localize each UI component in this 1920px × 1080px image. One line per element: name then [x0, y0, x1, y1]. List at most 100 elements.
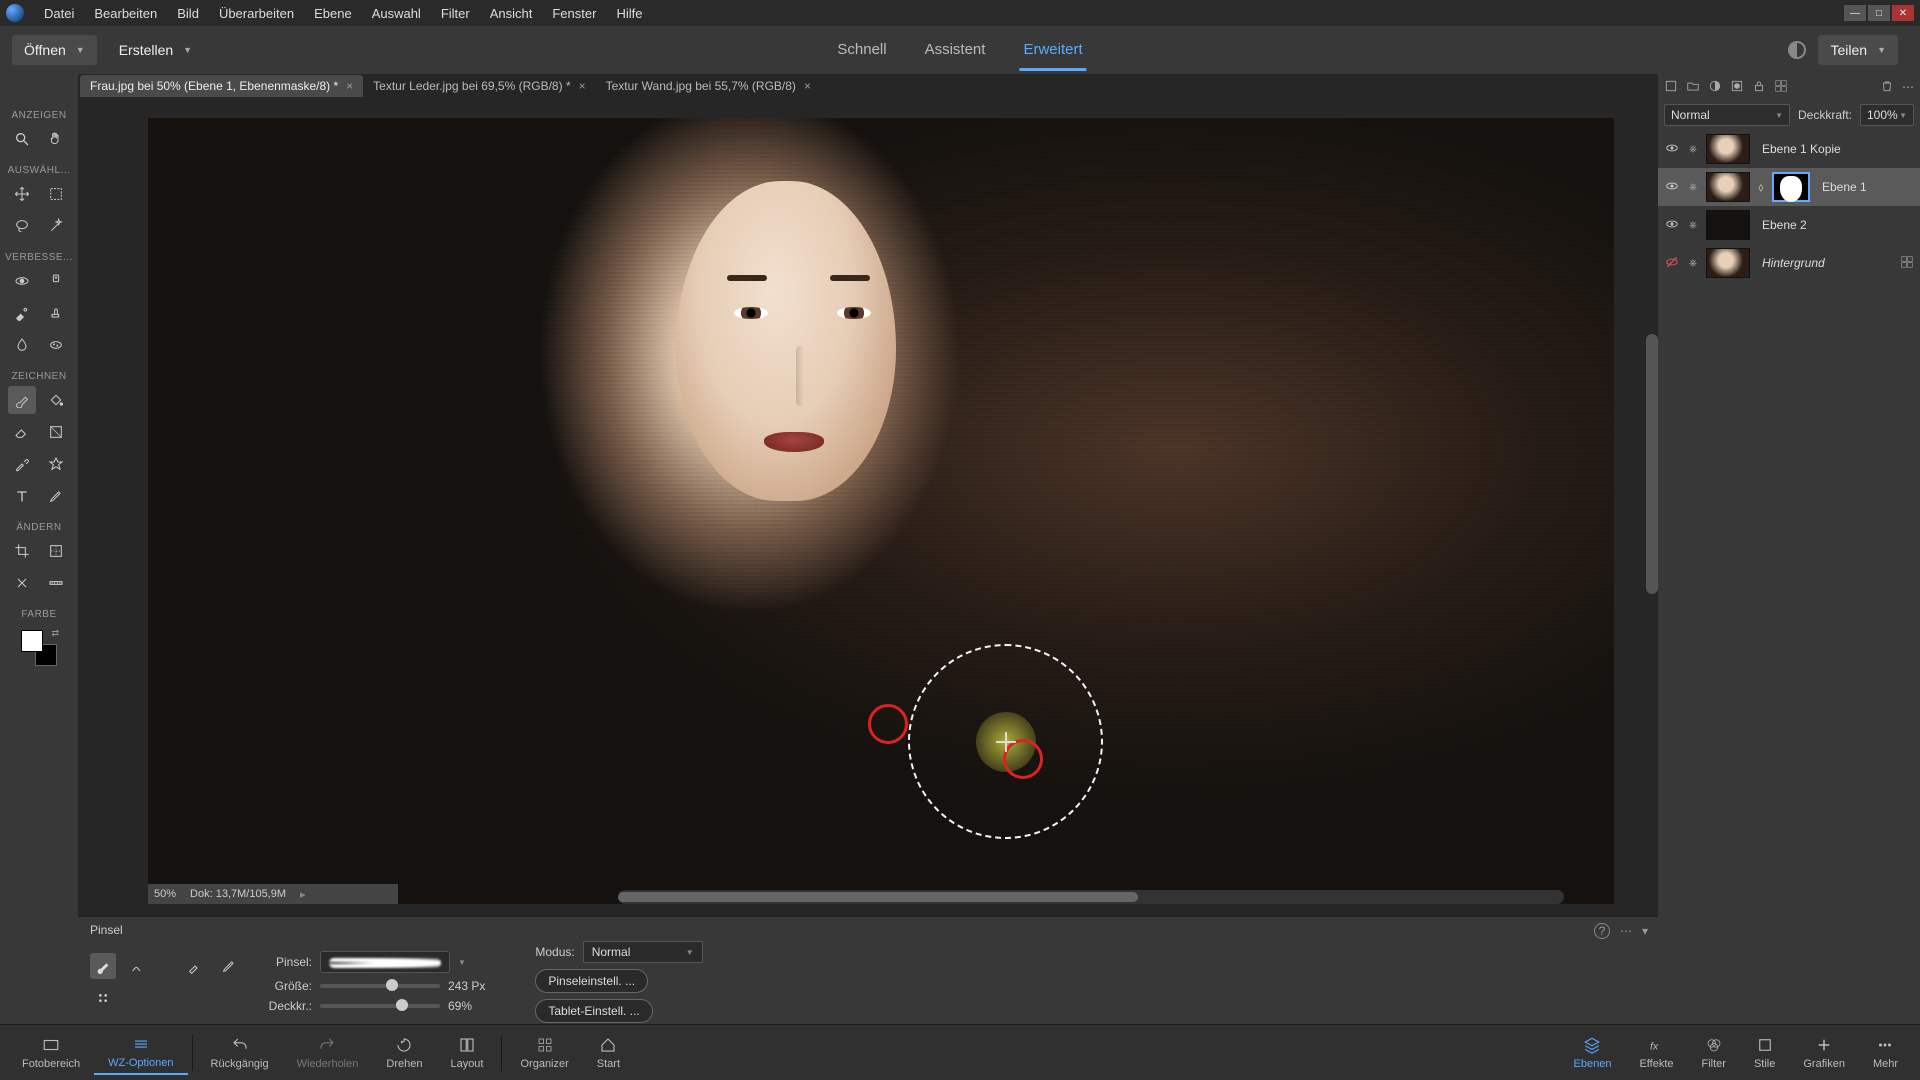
link-icon[interactable]: ⎈ — [1686, 220, 1700, 231]
pencil-tool[interactable] — [42, 482, 70, 510]
brush-preset-picker[interactable] — [320, 951, 450, 973]
layer-name[interactable]: Ebene 2 — [1756, 218, 1914, 232]
layer-thumbnail[interactable] — [1706, 134, 1750, 164]
zoom-tool[interactable] — [8, 125, 36, 153]
close-icon[interactable]: × — [804, 79, 811, 93]
menu-image[interactable]: Bild — [167, 0, 209, 26]
link-icon[interactable]: ⎈ — [1686, 144, 1700, 155]
layout-button[interactable]: Layout — [436, 1032, 497, 1074]
brush-opacity-slider[interactable] — [320, 1004, 440, 1008]
create-button[interactable]: Erstellen▼ — [107, 35, 204, 65]
home-button[interactable]: Start — [583, 1032, 634, 1074]
link-icon[interactable]: ⎈ — [1686, 182, 1700, 193]
clone-stamp-tool[interactable] — [42, 299, 70, 327]
layer-row[interactable]: ⎈ Ebene 2 — [1658, 206, 1920, 244]
foreground-color-swatch[interactable] — [21, 630, 43, 652]
layer-row[interactable]: ⎈ Ebene 1 Kopie — [1658, 130, 1920, 168]
close-icon[interactable]: × — [346, 79, 353, 93]
layer-thumbnail[interactable] — [1706, 248, 1750, 278]
layer-mask-icon[interactable] — [1730, 79, 1744, 96]
smart-brush-tool[interactable] — [8, 299, 36, 327]
menu-window[interactable]: Fenster — [542, 0, 606, 26]
new-layer-icon[interactable] — [1664, 79, 1678, 96]
visibility-toggle-icon[interactable] — [1664, 179, 1680, 196]
rotate-button[interactable]: Drehen — [372, 1032, 436, 1074]
minimize-button[interactable]: — — [1844, 5, 1866, 21]
impressionist-brush-variant[interactable] — [124, 953, 150, 979]
menu-edit[interactable]: Bearbeiten — [84, 0, 167, 26]
gradient-tool[interactable] — [42, 418, 70, 446]
marquee-tool[interactable] — [42, 180, 70, 208]
zoom-level[interactable]: 50% — [154, 888, 176, 900]
styles-panel-button[interactable]: Stile — [1740, 1032, 1789, 1074]
vertical-scrollbar[interactable] — [1646, 334, 1658, 594]
color-swatches[interactable]: ⇄ — [21, 630, 57, 666]
tablet-settings-button[interactable]: Tablet-Einstell. ... — [535, 999, 652, 1023]
layers-panel-button[interactable]: Ebenen — [1560, 1032, 1626, 1074]
layer-name[interactable]: Ebene 1 Kopie — [1756, 142, 1914, 156]
magic-wand-tool[interactable] — [42, 212, 70, 240]
document-tab-2[interactable]: Textur Leder.jpg bei 69,5% (RGB/8) * × — [363, 75, 595, 97]
close-button[interactable]: ✕ — [1892, 5, 1914, 21]
crop-tool[interactable] — [8, 537, 36, 565]
document-tab-3[interactable]: Textur Wand.jpg bei 55,7% (RGB/8) × — [596, 75, 821, 97]
collapse-icon[interactable]: ▾ — [1642, 924, 1648, 938]
visibility-toggle-icon[interactable] — [1664, 141, 1680, 158]
effects-panel-button[interactable]: fxEffekte — [1625, 1032, 1687, 1074]
menu-enhance[interactable]: Überarbeiten — [209, 0, 304, 26]
pattern-brush-variant[interactable] — [90, 985, 116, 1011]
maximize-button[interactable]: □ — [1868, 5, 1890, 21]
more-icon[interactable]: ⋯ — [1620, 924, 1632, 938]
type-tool[interactable] — [8, 482, 36, 510]
menu-select[interactable]: Auswahl — [362, 0, 431, 26]
visibility-toggle-icon[interactable] — [1664, 217, 1680, 234]
visibility-toggle-icon[interactable] — [1664, 255, 1680, 272]
brush-size-value[interactable]: 243 Px — [448, 979, 485, 993]
scrollbar-thumb[interactable] — [618, 892, 1138, 902]
eraser-tool[interactable] — [8, 418, 36, 446]
lock-icon[interactable] — [1900, 255, 1914, 272]
close-icon[interactable]: × — [579, 79, 586, 93]
lock-layer-icon[interactable] — [1752, 79, 1766, 96]
lasso-tool[interactable] — [8, 212, 36, 240]
hand-tool[interactable] — [42, 125, 70, 153]
recompose-tool[interactable] — [42, 537, 70, 565]
menu-view[interactable]: Ansicht — [480, 0, 543, 26]
layer-thumbnail[interactable] — [1706, 210, 1750, 240]
horizontal-scrollbar[interactable] — [618, 890, 1564, 904]
brush-tool-variant[interactable] — [90, 953, 116, 979]
redeye-tool[interactable] — [8, 267, 36, 295]
filters-panel-button[interactable]: Filter — [1688, 1032, 1740, 1074]
eyedropper-tool[interactable] — [8, 450, 36, 478]
mask-link-icon[interactable]: ⬨ — [1756, 180, 1766, 194]
layer-row[interactable]: ⎈ ⬨ Ebene 1 — [1658, 168, 1920, 206]
menu-layer[interactable]: Ebene — [304, 0, 362, 26]
chevron-down-icon[interactable]: ▼ — [458, 958, 466, 967]
content-aware-move-tool[interactable] — [8, 569, 36, 597]
more-panels-button[interactable]: Mehr — [1859, 1032, 1912, 1074]
organizer-button[interactable]: Organizer — [506, 1032, 582, 1074]
graphics-panel-button[interactable]: Grafiken — [1789, 1032, 1859, 1074]
color-replacement-variant[interactable] — [182, 953, 208, 979]
delete-layer-icon[interactable] — [1880, 79, 1894, 96]
brush-settings-button[interactable]: Pinseleinstell. ... — [535, 969, 648, 993]
blend-mode-select[interactable]: Normal▼ — [1664, 104, 1790, 126]
layer-name[interactable]: Hintergrund — [1756, 256, 1894, 270]
pencil-variant[interactable] — [216, 953, 242, 979]
document-info[interactable]: Dok: 13,7M/105,9M — [190, 888, 286, 900]
tool-options-button[interactable]: WZ-Optionen — [94, 1031, 187, 1075]
document-tab-1[interactable]: Frau.jpg bei 50% (Ebene 1, Ebenenmaske/8… — [80, 75, 363, 97]
layer-group-icon[interactable] — [1686, 79, 1700, 96]
sponge-tool[interactable] — [42, 331, 70, 359]
blur-tool[interactable] — [8, 331, 36, 359]
redo-button[interactable]: Wiederholen — [283, 1032, 373, 1074]
undo-button[interactable]: Rückgängig — [197, 1032, 283, 1074]
layer-row[interactable]: ⎈ Hintergrund — [1658, 244, 1920, 282]
brush-blend-mode-select[interactable]: Normal▼ — [583, 941, 703, 963]
move-tool[interactable] — [8, 180, 36, 208]
brush-tool[interactable] — [8, 386, 36, 414]
paint-bucket-tool[interactable] — [42, 386, 70, 414]
layer-opacity-input[interactable]: 100%▼ — [1860, 104, 1914, 126]
layer-thumbnail[interactable] — [1706, 172, 1750, 202]
link-icon[interactable]: ⎈ — [1686, 258, 1700, 269]
